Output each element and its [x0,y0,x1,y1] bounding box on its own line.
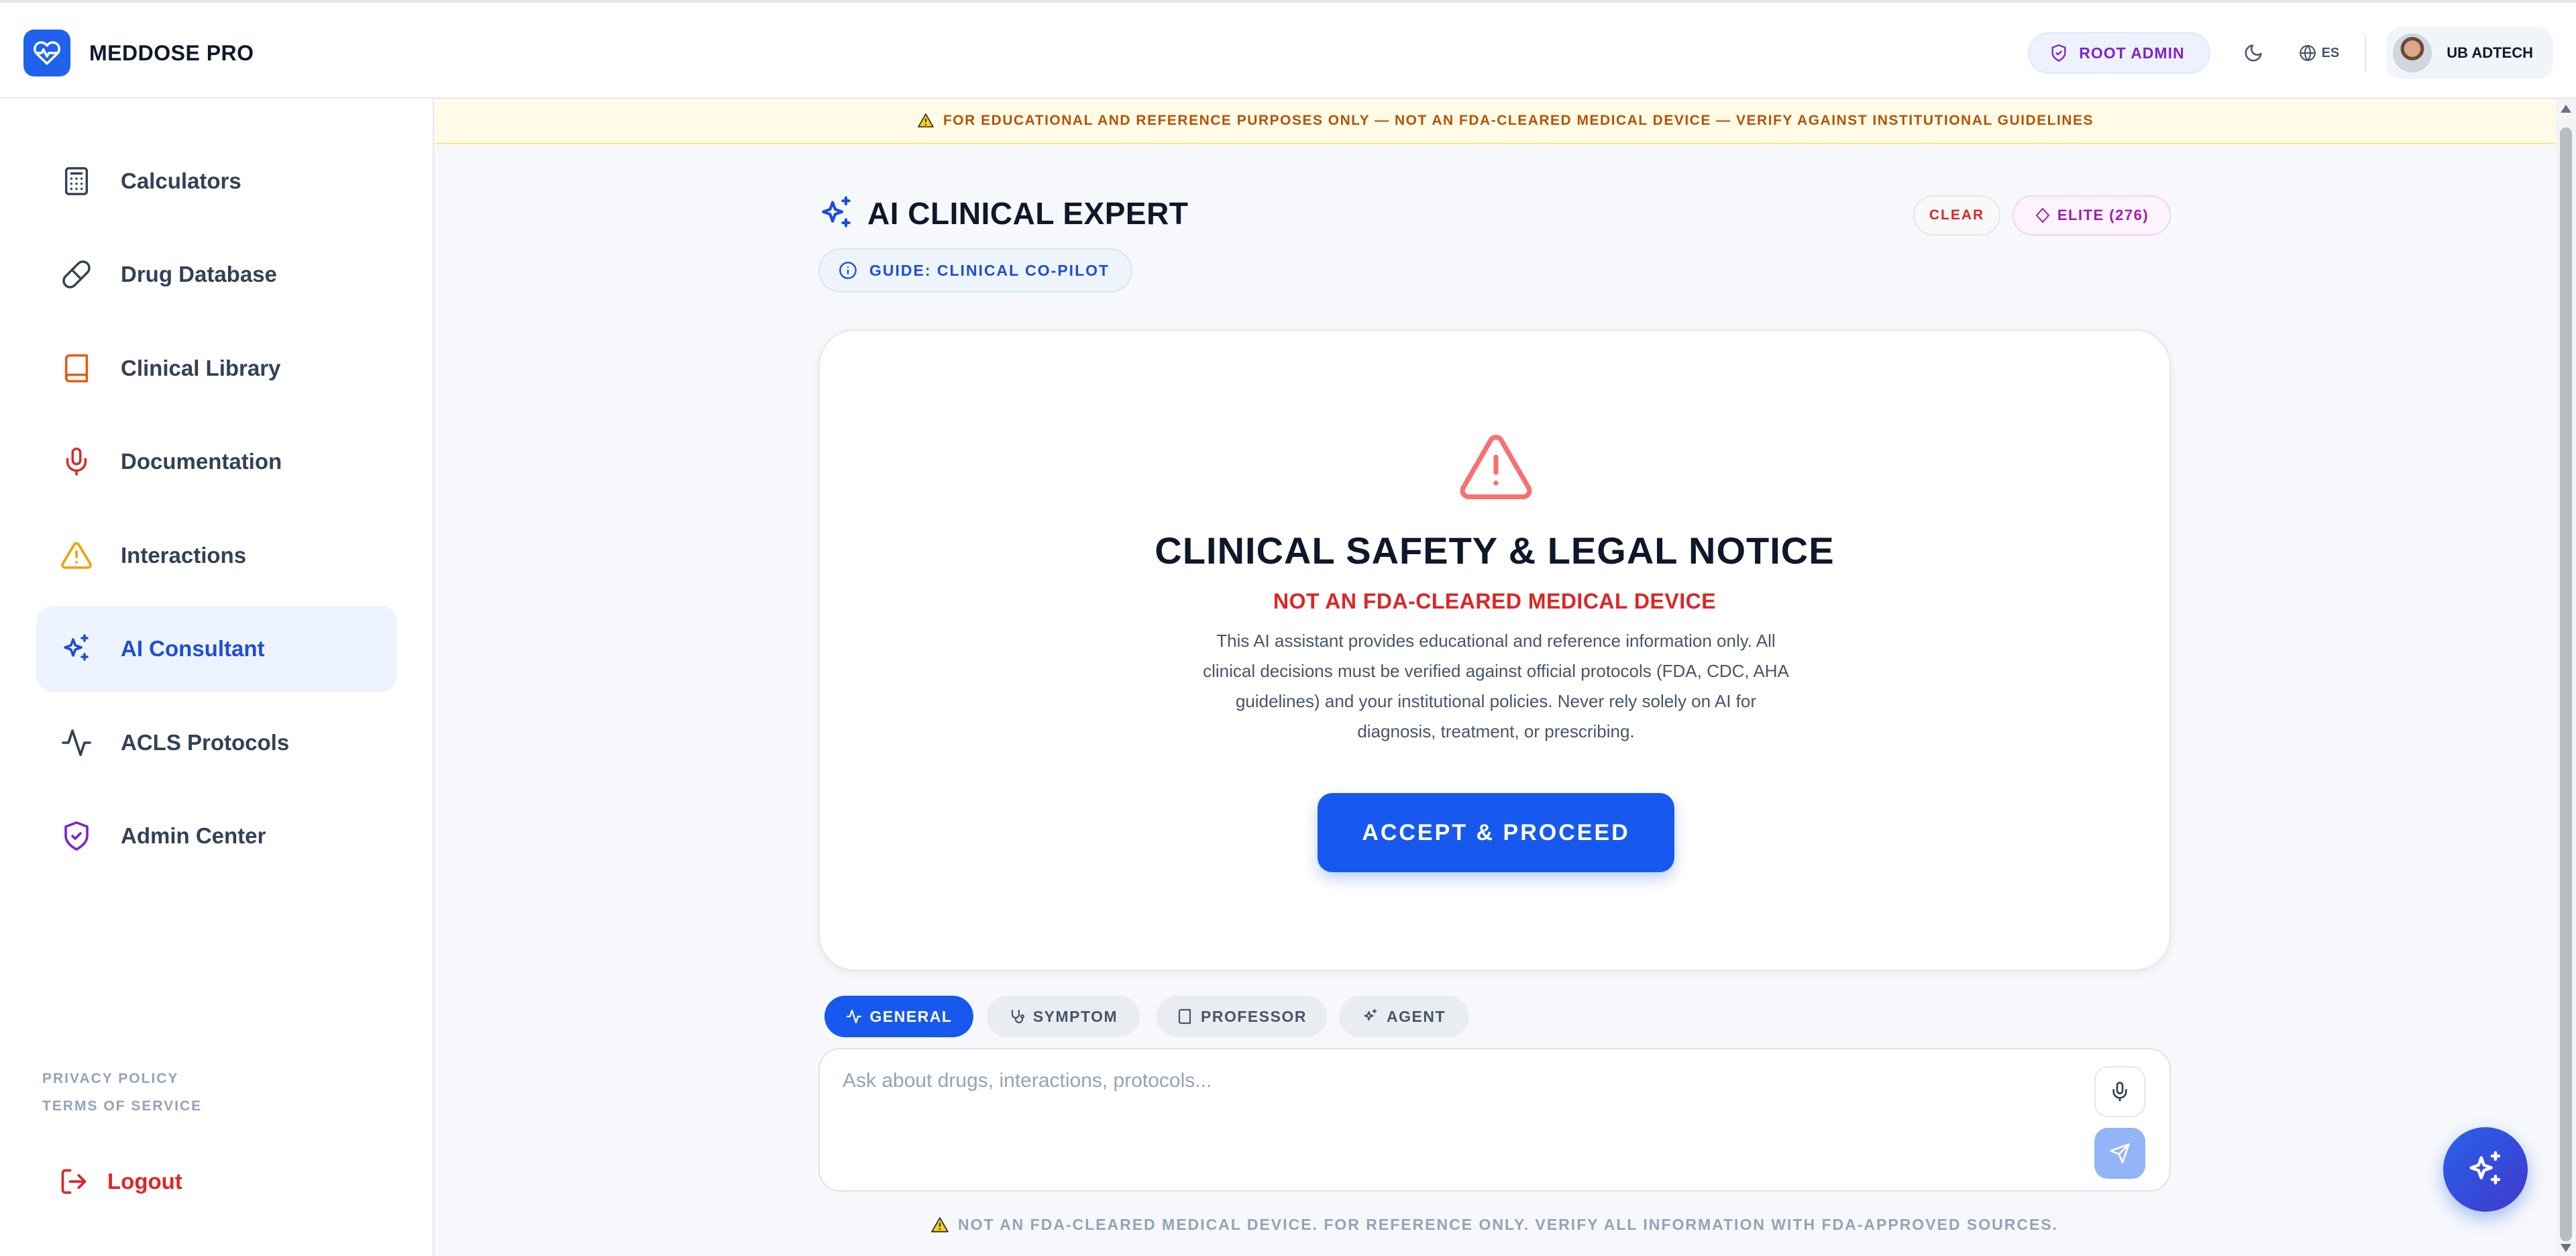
clear-label: CLEAR [1929,207,1985,223]
role-badge-label: ROOT ADMIN [2079,44,2185,62]
book-icon [59,351,94,386]
sidebar-item-acls-protocols[interactable]: ACLS Protocols [36,700,397,786]
tab-label: GENERAL [869,1007,953,1025]
voice-input-button[interactable] [2094,1066,2145,1117]
sidebar-item-label: Admin Center [121,823,266,848]
chat-composer [818,1048,2171,1192]
sidebar-item-drug-database[interactable]: Drug Database [36,231,397,317]
tab-professor[interactable]: PROFESSOR [1157,996,1327,1037]
chat-input[interactable] [843,1069,2037,1170]
heart-pulse-logo-icon [23,30,70,76]
tab-agent[interactable]: AGENT [1339,996,1469,1037]
warning-icon [59,538,94,573]
diamond-icon [2035,208,2049,223]
dark-mode-toggle[interactable] [2233,33,2273,73]
sidebar-item-interactions[interactable]: Interactions [36,513,397,598]
page-title: AI CLINICAL EXPERT [867,196,1189,231]
guide-label: GUIDE: CLINICAL CO-PILOT [869,261,1110,279]
pulse-icon [846,1009,861,1024]
book-icon [1178,1008,1191,1025]
sidebar-item-clinical-library[interactable]: Clinical Library [36,325,397,411]
microphone-icon [59,444,94,479]
sidebar-item-label: ACLS Protocols [121,730,290,755]
scroll-up-arrow-icon[interactable] [2561,105,2571,113]
send-button[interactable] [2094,1128,2145,1179]
brand[interactable]: MEDDOSE PRO [23,30,254,76]
header-divider [2365,34,2367,72]
logout-button[interactable]: Logout [59,1167,182,1196]
legal-notice-card: CLINICAL SAFETY & LEGAL NOTICE NOT AN FD… [818,329,2171,971]
calculator-icon [59,164,94,199]
user-name: UB ADTECH [2447,44,2533,61]
pill-icon [59,257,94,292]
privacy-policy-link[interactable]: PRIVACY POLICY [42,1071,178,1087]
send-icon [2110,1143,2130,1163]
pulse-icon [59,725,94,760]
sidebar: Calculators Drug Database Clinical Libra… [0,99,434,1256]
footer-disclaimer: NOT AN FDA-CLEARED MEDICAL DEVICE. FOR R… [818,1216,2171,1234]
app-name: MEDDOSE PRO [89,40,254,65]
sidebar-item-label: AI Consultant [121,636,265,661]
tab-label: AGENT [1387,1007,1446,1025]
sidebar-item-ai-consultant[interactable]: AI Consultant [36,606,397,692]
top-header: MEDDOSE PRO ROOT ADMIN ES UB ADTECH [0,0,2576,99]
sidebar-item-label: Clinical Library [121,356,281,380]
tab-label: PROFESSOR [1201,1007,1307,1025]
warning-icon [918,113,934,127]
role-badge[interactable]: ROOT ADMIN [2028,32,2210,74]
footer-disclaimer-text: NOT AN FDA-CLEARED MEDICAL DEVICE. FOR R… [957,1216,2059,1233]
sparkles-icon [822,196,851,227]
sidebar-item-label: Documentation [121,449,282,474]
logout-label: Logout [107,1169,182,1194]
notice-title: CLINICAL SAFETY & LEGAL NOTICE [1155,529,1835,572]
page-title-row: AI CLINICAL EXPERT [818,195,1188,232]
moon-icon [2245,44,2262,62]
clear-button[interactable]: CLEAR [1913,195,2000,235]
tab-symptom[interactable]: SYMPTOM [987,996,1140,1037]
tab-label: SYMPTOM [1032,1007,1118,1025]
sparkles-icon [1364,1008,1377,1021]
language-label: ES [2321,45,2340,60]
stethoscope-icon [1011,1009,1024,1024]
disclaimer-banner: FOR EDUCATIONAL AND REFERENCE PURPOSES O… [435,99,2576,144]
microphone-icon [2112,1082,2127,1102]
disclaimer-banner-text: FOR EDUCATIONAL AND REFERENCE PURPOSES O… [943,113,2094,128]
tab-general[interactable]: GENERAL [824,996,973,1037]
ai-assistant-fab[interactable] [2443,1127,2528,1212]
sidebar-item-calculators[interactable]: Calculators [36,138,397,224]
elite-credits-badge[interactable]: ELITE (276) [2012,195,2171,235]
notice-subtitle: NOT AN FDA-CLEARED MEDICAL DEVICE [1273,589,1717,613]
sidebar-item-label: Drug Database [121,262,277,286]
scroll-down-arrow-icon[interactable] [2561,1244,2571,1252]
sidebar-item-documentation[interactable]: Documentation [36,419,397,505]
warning-icon [1460,435,1532,500]
avatar [2393,34,2432,72]
shield-check-icon [59,819,94,853]
logout-icon [61,1169,87,1194]
warning-icon [931,1216,949,1233]
sparkles-icon [59,631,94,666]
notice-body: This AI assistant provides educational a… [1203,631,1789,741]
guide-button[interactable]: GUIDE: CLINICAL CO-PILOT [818,248,1133,293]
sidebar-item-admin-center[interactable]: Admin Center [36,793,397,879]
language-switcher[interactable]: ES [2299,44,2340,62]
sidebar-item-label: Calculators [121,168,241,193]
terms-of-service-link[interactable]: TERMS OF SERVICE [42,1098,202,1114]
scrollbar-thumb[interactable] [2560,127,2572,1241]
elite-label: ELITE (276) [2057,207,2149,223]
accept-proceed-button[interactable]: ACCEPT & PROCEED [1318,793,1674,872]
info-icon [839,262,857,279]
shield-check-icon [2051,44,2066,62]
sparkles-icon [2469,1151,2501,1185]
user-menu[interactable]: UB ADTECH [2386,27,2553,79]
sidebar-item-label: Interactions [121,543,247,568]
globe-icon [2299,45,2316,61]
